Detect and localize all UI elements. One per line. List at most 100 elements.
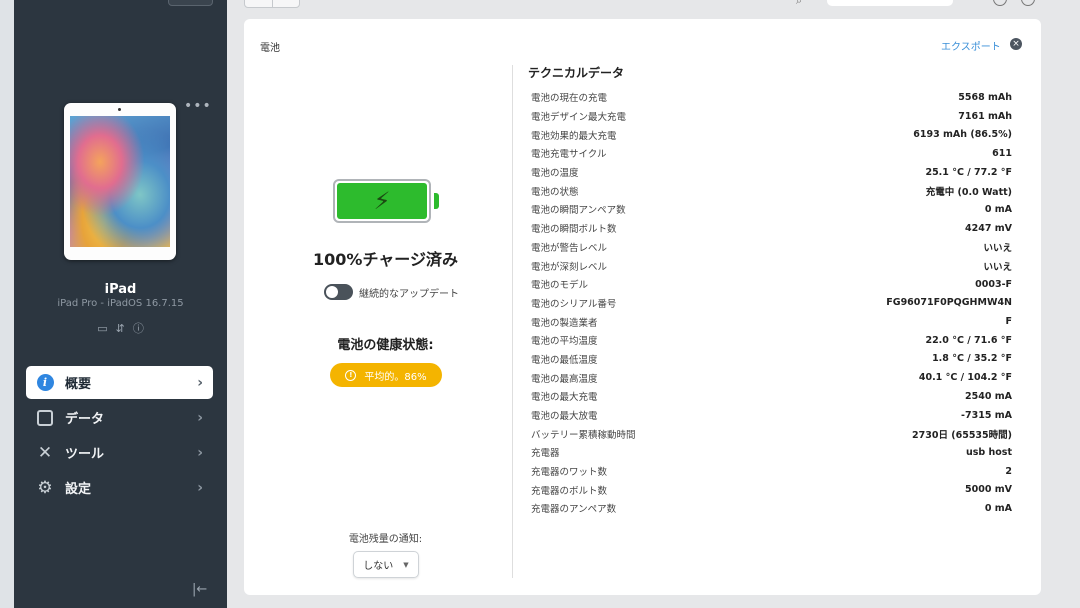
tech-key: バッテリー累積稼動時間 [531,429,636,441]
tech-value: 2 [1005,465,1012,477]
panel-divider [512,65,513,578]
tech-row: 電池の温度 25.1 °C / 77.2 °F [531,163,1012,182]
tech-row: 電池の最大放電 -7315 mA [531,406,1012,425]
tech-key: 電池が警告レベル [531,242,608,254]
sidebar-top-button[interactable] [168,0,213,6]
tech-value: いいえ [983,242,1012,254]
tech-key: 電池の最大放電 [531,411,598,423]
tech-row: 電池の状態 充電中 (0.0 Watt) [531,181,1012,200]
sidebar-item-label: 設定 [65,482,92,497]
usb-icon[interactable]: ⇵ [116,322,125,335]
help-icon[interactable] [993,0,1007,6]
tech-key: 電池の製造業者 [531,317,598,329]
device-wallpaper [70,116,170,247]
sidebar-item-data[interactable]: データ › [26,401,213,434]
health-badge-label: 平均的。86% [364,371,427,383]
tech-value: 0 mA [984,203,1012,215]
tech-row: 電池の現在の充電 5568 mAh [531,88,1012,107]
search-icon[interactable]: ⌕ [796,0,802,8]
tech-key: 電池効果的最大充電 [531,130,617,142]
tech-row: 充電器のワット数 2 [531,462,1012,481]
tech-key: 電池充電サイクル [531,149,607,161]
sidebar-item-label: データ [65,412,105,427]
battery-status-icon[interactable]: ▭ [97,322,107,335]
tools-icon: ✕ [37,442,53,463]
tech-value: 1.8 °C / 35.2 °F [932,353,1012,365]
notify-dropdown[interactable]: しない ▼ [353,551,419,578]
device-model: iPad Pro - iPadOS 16.7.15 [57,298,184,309]
device-image [64,103,176,260]
tech-row: 充電器 usb host [531,443,1012,462]
battery-tip [434,193,439,209]
account-icon[interactable] [1021,0,1035,6]
chevron-right-icon: › [197,444,203,461]
tech-value: 5568 mAh [958,91,1012,103]
export-button[interactable]: エクスポート [941,38,1001,53]
tech-key: 電池の瞬間ボルト数 [531,224,617,236]
tech-value: 6193 mAh (86.5%) [913,129,1012,141]
tech-row: 電池充電サイクル 611 [531,144,1012,163]
tech-key: 電池の最大充電 [531,392,598,404]
sidebar-item-overview[interactable]: i 概要 › [26,366,213,399]
tech-data-list: 電池の現在の充電 5568 mAh 電池デザイン最大充電 7161 mAh 電池効果的最… [531,88,1012,518]
collapse-sidebar-icon[interactable]: |← [192,582,207,597]
tech-row: 電池の瞬間ボルト数 4247 mV [531,219,1012,238]
tech-value: 7161 mAh [958,110,1012,122]
tech-value: 22.0 °C / 71.6 °F [925,334,1012,346]
sidebar: ••• iPad iPad Pro - iPadOS 16.7.15 ▭ ⇵ ⓘ i… [14,0,227,608]
tech-row: 電池効果的最大充電 6193 mAh (86.5%) [531,125,1012,144]
sidebar-item-tools[interactable]: ✕ ツール › [26,436,213,469]
close-icon[interactable]: × [1010,38,1022,50]
chevron-right-icon: › [197,479,203,496]
tech-title: テクニカルデータ [528,66,625,80]
tech-row: 電池デザイン最大充電 7161 mAh [531,107,1012,126]
device-connection-icons: ▭ ⇵ ⓘ [14,320,227,336]
info-circle-icon[interactable]: ⓘ [133,322,144,335]
more-options-icon[interactable]: ••• [184,98,212,114]
tech-key: 電池が深刻レベル [531,261,608,273]
device-camera [118,108,121,111]
tech-key: 電池のシリアル番号 [531,298,617,310]
tech-value: 0 mA [984,502,1012,514]
lightning-icon: ⚡ [373,187,391,215]
continuous-update-toggle[interactable] [324,284,353,300]
tech-value: 2540 mA [965,390,1012,402]
tech-value: 40.1 °C / 104.2 °F [918,372,1012,384]
battery-body: ⚡ [333,179,431,223]
sidebar-item-settings[interactable]: ⚙ 設定 › [26,471,213,504]
tech-value: 25.1 °C / 77.2 °F [925,166,1012,178]
tech-key: 電池の平均温度 [531,336,598,348]
tech-value: 4247 mV [965,222,1012,234]
tech-value: 5000 mV [965,484,1012,496]
tech-row: バッテリー累積稼動時間 2730日 (65535時間) [531,424,1012,443]
tech-row: 電池が深刻レベル いいえ [531,256,1012,275]
tech-value: -7315 mA [961,409,1012,421]
charge-status: 100%チャージ済み [313,250,458,269]
battery-icon: ⚡ [333,179,439,223]
tech-key: 充電器のボルト数 [531,485,608,497]
tech-row: 充電器のボルト数 5000 mV [531,480,1012,499]
warning-icon: ! [345,369,357,381]
tech-value: いいえ [983,261,1012,273]
tech-row: 電池の最高温度 40.1 °C / 104.2 °F [531,368,1012,387]
tech-key: 電池デザイン最大充電 [531,112,627,124]
tech-key: 電池のモデル [531,280,589,292]
notify-label: 電池残量の通知: [348,534,423,545]
tech-value: 2730日 (65535時間) [912,429,1012,441]
chevron-down-icon: ▼ [403,560,409,569]
health-badge: ! 平均的。86% [330,363,442,387]
tech-key: 充電器のワット数 [531,467,608,479]
tech-value: 0003-F [975,278,1012,290]
battery-fill: ⚡ [337,183,427,219]
chevron-right-icon: › [197,409,203,426]
tech-row: 充電器のアンペア数 0 mA [531,499,1012,518]
tech-row: 電池の最大充電 2540 mA [531,387,1012,406]
tech-key: 電池の現在の充電 [531,93,608,105]
tech-key: 電池の最高温度 [531,373,598,385]
notify-value: しない [363,561,394,572]
sidebar-nav: i 概要 › データ › ✕ ツール › ⚙ 設定 › [26,366,213,506]
search-input[interactable] [827,0,953,6]
tech-value: FG96071F0PQGHMW4N [886,297,1012,309]
view-toggle[interactable] [244,0,300,8]
tech-value: 611 [992,147,1012,159]
